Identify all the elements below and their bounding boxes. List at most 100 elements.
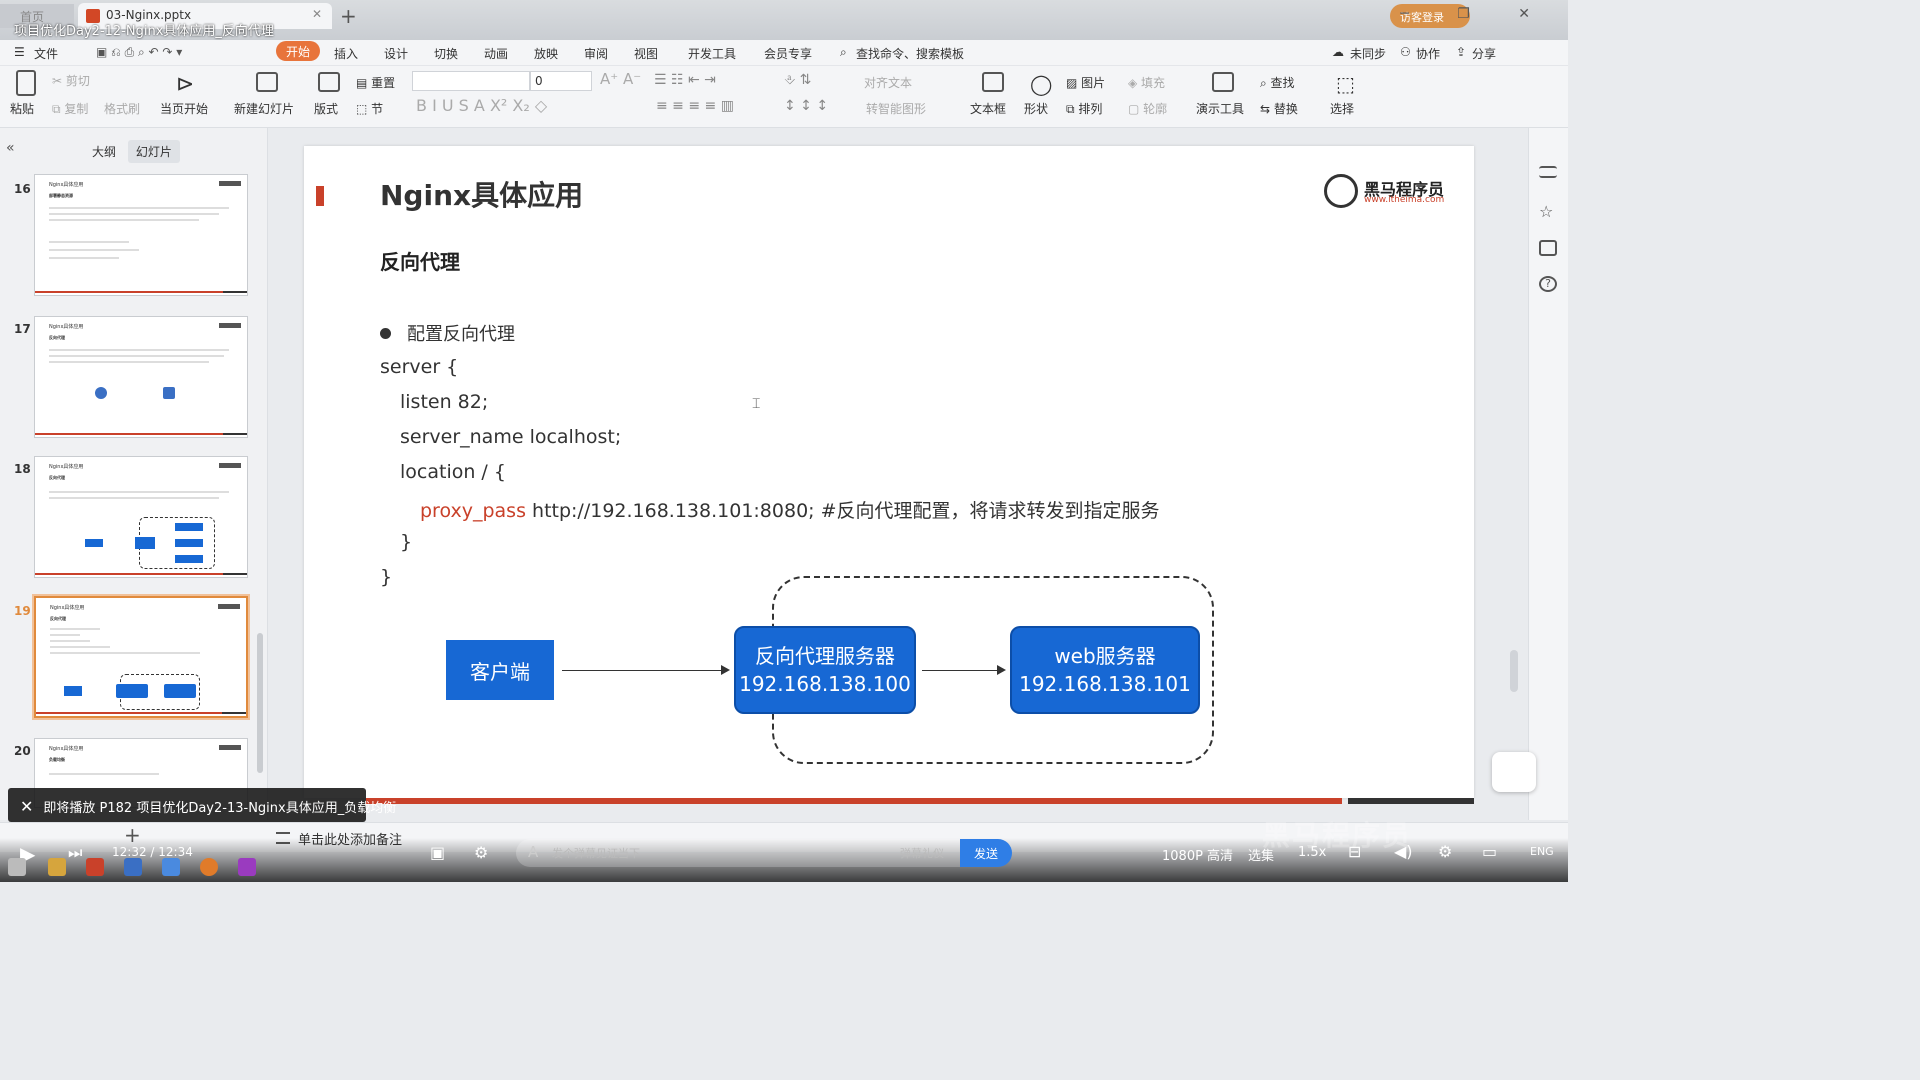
vertical-scrollbar[interactable] — [1510, 650, 1518, 692]
command-search[interactable]: 查找命令、搜索模板 — [856, 45, 964, 62]
danmu-etiquette-link[interactable]: 弹幕礼仪 — [900, 845, 944, 861]
episodes-button[interactable]: 选集 — [1248, 845, 1274, 864]
speed-selector[interactable]: 1.5x — [1298, 845, 1326, 860]
fill-button[interactable]: ◈ 填充 — [1128, 74, 1165, 91]
layout-button[interactable]: 版式 — [314, 100, 338, 117]
menu-tab-member[interactable]: 会员专享 — [764, 45, 812, 62]
present-tool-icon[interactable] — [1212, 72, 1234, 92]
find-button[interactable]: ⌕ 查找 — [1260, 74, 1295, 91]
from-current-button[interactable]: 当页开始 — [160, 100, 208, 117]
textbox-icon[interactable] — [982, 72, 1004, 92]
line-spacing-icons[interactable]: ↕ ↕ ↕ — [784, 98, 828, 114]
browser-icon[interactable] — [200, 858, 218, 876]
window-controls[interactable]: ─ ❐ ✕ — [1400, 6, 1552, 22]
pane-scrollbar[interactable] — [257, 633, 263, 773]
arrange-button[interactable]: ⧉ 排列 — [1066, 100, 1102, 117]
tab-slides[interactable]: 幻灯片 — [127, 140, 180, 163]
code-line[interactable]: listen 82; — [400, 391, 488, 413]
next-video-toast[interactable]: ✕ 即将播放 P182 项目优化Day2-13-Nginx具体应用_负载均衡 — [8, 788, 396, 822]
bullet-item[interactable]: 配置反向代理 — [380, 320, 515, 346]
menu-tab-developer[interactable]: 开发工具 — [688, 45, 736, 62]
shape-button[interactable]: 形状 — [1024, 100, 1048, 117]
picture-button[interactable]: ▨ 图片 — [1066, 74, 1105, 91]
slide[interactable]: Nginx具体应用 黑马程序员 www.itheima.com 反向代理 配置反… — [304, 146, 1474, 798]
paste-button[interactable]: 粘贴 — [10, 100, 34, 117]
present-tool-button[interactable]: 演示工具 — [1196, 100, 1244, 117]
ide-icon[interactable] — [238, 858, 256, 876]
sync-status[interactable]: 未同步 — [1350, 45, 1386, 62]
layout-icon[interactable] — [318, 72, 340, 92]
app-icon-2[interactable] — [162, 858, 180, 876]
tab-outline[interactable]: 大纲 — [84, 140, 124, 163]
menu-tab-design[interactable]: 设计 — [384, 45, 408, 62]
select-button[interactable]: 选择 — [1330, 100, 1354, 117]
code-line[interactable]: server { — [380, 356, 458, 378]
replace-button[interactable]: ⇆ 替换 — [1260, 100, 1298, 117]
menu-tab-transition[interactable]: 切换 — [434, 45, 458, 62]
web-server-box[interactable]: web服务器 192.168.138.101 — [1010, 626, 1200, 714]
slide-subtitle[interactable]: 反向代理 — [380, 246, 460, 275]
proxy-server-box[interactable]: 反向代理服务器 192.168.138.100 — [734, 626, 916, 714]
font-size-select[interactable]: 0 — [530, 71, 592, 91]
float-play-icon[interactable] — [1492, 752, 1536, 792]
format-painter-button[interactable]: 格式刷 — [104, 100, 140, 117]
volume-icon[interactable]: ◀) — [1394, 842, 1413, 861]
code-line[interactable]: location / { — [400, 461, 506, 483]
text-style-icons[interactable]: B I U S A X² X₂ ◇ — [416, 96, 547, 115]
language-indicator[interactable]: ENG — [1530, 845, 1554, 858]
slide-thumbnail-selected[interactable]: Nginx具体应用 反向代理 — [32, 594, 250, 720]
new-slide-button[interactable]: 新建幻灯片 — [234, 100, 294, 117]
slide-thumbnail[interactable]: Nginx具体应用 反向代理 — [34, 316, 248, 438]
font-family-select[interactable] — [412, 71, 530, 91]
new-slide-icon[interactable] — [256, 72, 278, 92]
new-tab-button[interactable]: + — [340, 4, 357, 28]
paragraph-align-icons[interactable]: ≡ ≡ ≡ ≡ ▥ — [656, 98, 734, 114]
menu-file[interactable]: 文件 — [34, 45, 58, 62]
windows-start-icon[interactable] — [8, 858, 26, 876]
subtitle-icon[interactable]: ⊟ — [1348, 842, 1361, 861]
copy-button[interactable]: ⧉ 复制 — [52, 100, 88, 117]
cut-button[interactable]: ✂ 剪切 — [52, 72, 90, 89]
close-tab-icon[interactable]: ✕ — [312, 7, 322, 21]
menu-tab-slideshow[interactable]: 放映 — [534, 45, 558, 62]
outline-button[interactable]: ▢ 轮廓 — [1128, 100, 1167, 117]
share-button[interactable]: 分享 — [1472, 45, 1496, 62]
danmu-style-icon[interactable]: A — [528, 843, 538, 861]
window-icon[interactable] — [1539, 240, 1557, 256]
wps-icon[interactable] — [86, 858, 104, 876]
send-danmu-button[interactable]: 发送 — [960, 839, 1012, 867]
quality-selector[interactable]: 1080P 高清 — [1162, 845, 1233, 864]
list-icons[interactable]: ☰ ☷ ⇤ ⇥ — [654, 72, 716, 88]
code-line[interactable]: } — [400, 531, 412, 553]
star-icon[interactable]: ☆ — [1539, 202, 1557, 221]
menu-tab-start[interactable]: 开始 — [276, 41, 321, 61]
close-toast-icon[interactable]: ✕ — [20, 797, 33, 816]
explorer-icon[interactable] — [48, 858, 66, 876]
text-direction-icons[interactable]: ⎀ ⇅ — [784, 72, 811, 88]
help-icon[interactable]: ? — [1539, 276, 1557, 292]
shape-icon[interactable]: ◯ — [1030, 72, 1052, 96]
menu-tab-review[interactable]: 审阅 — [584, 45, 608, 62]
menu-tab-insert[interactable]: 插入 — [334, 45, 358, 62]
section-button[interactable]: ⬚ 节 — [356, 100, 383, 117]
slide-thumbnail[interactable]: Nginx具体应用 部署静态资源 — [34, 174, 248, 296]
settings-gear-icon[interactable]: ⚙ — [1438, 842, 1452, 861]
paste-icon[interactable] — [16, 70, 36, 96]
slide-thumbnail[interactable]: Nginx具体应用 反向代理 — [34, 456, 248, 578]
smart-shape-button[interactable]: 转智能图形 — [866, 100, 926, 117]
code-line-proxy-pass[interactable]: proxy_pass http://192.168.138.101:8080; … — [420, 496, 1160, 523]
menu-tab-view[interactable]: 视图 — [634, 45, 658, 62]
properties-icon[interactable] — [1539, 166, 1557, 178]
reset-button[interactable]: ▤ 重置 — [356, 74, 395, 91]
app-icon[interactable] — [124, 858, 142, 876]
collapse-pane-icon[interactable]: « — [6, 140, 15, 156]
client-box[interactable]: 客户端 — [446, 640, 554, 700]
play-icon[interactable]: ⊳ — [176, 72, 194, 97]
slide-title[interactable]: Nginx具体应用 — [380, 174, 583, 214]
collab-button[interactable]: 协作 — [1416, 45, 1440, 62]
menu-tab-animation[interactable]: 动画 — [484, 45, 508, 62]
quick-access-icons[interactable]: ▣ ⎌ ⎙ ⌕ ↶ ↷ ▾ — [96, 45, 182, 60]
menu-hamburger-icon[interactable]: ☰ — [14, 45, 25, 59]
pip-icon[interactable]: ▭ — [1482, 842, 1497, 861]
select-icon[interactable]: ⬚ — [1336, 72, 1355, 96]
